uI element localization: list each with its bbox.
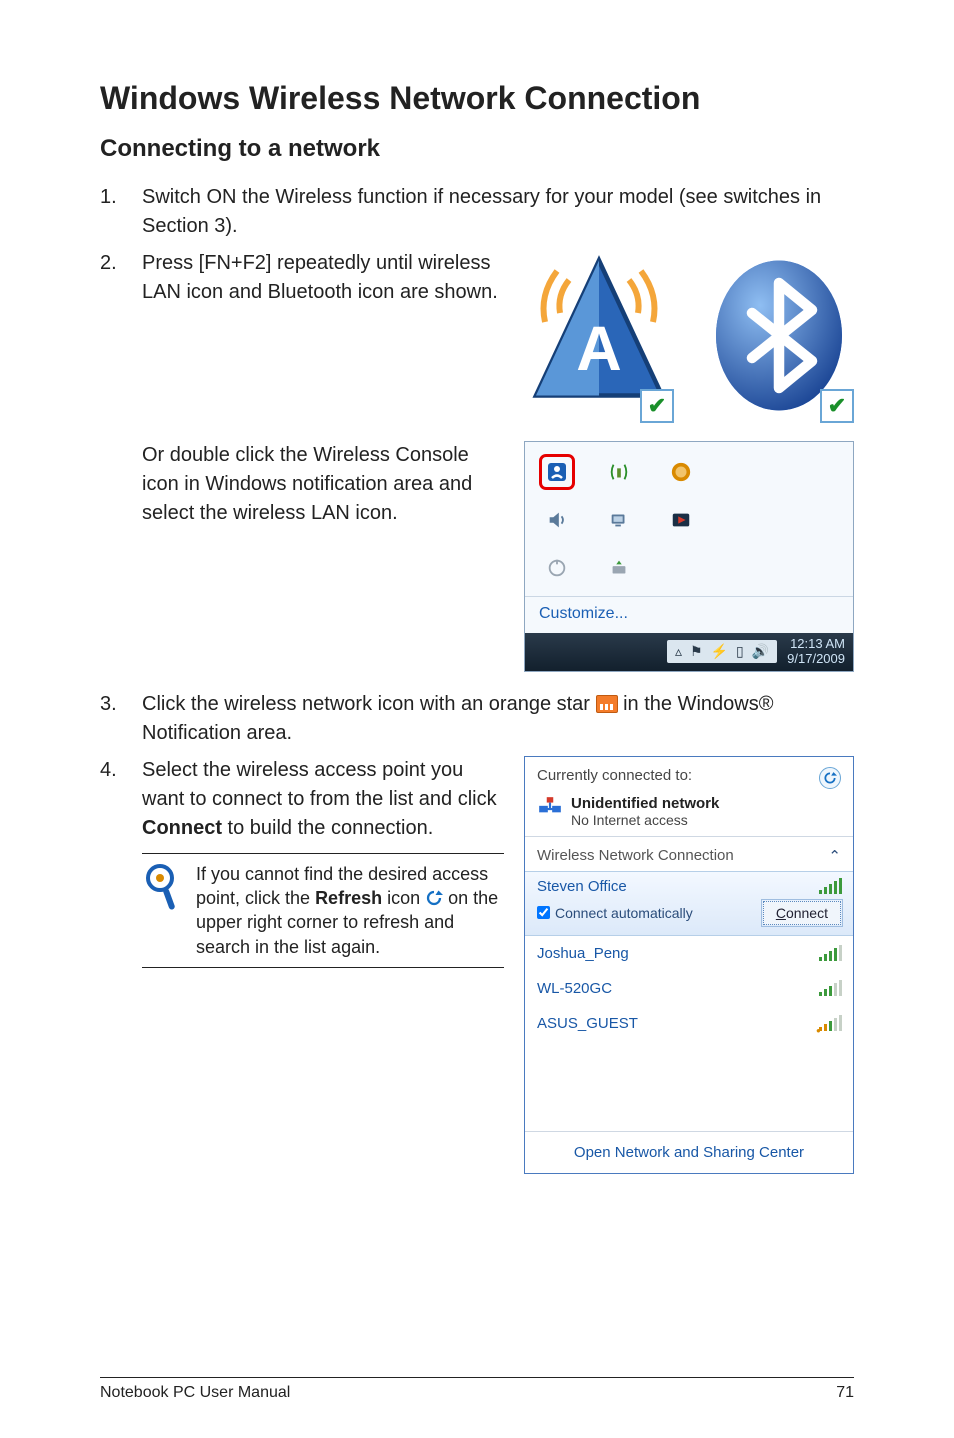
wifi-enabled-icon: A ✔	[524, 253, 674, 423]
taskbar: ▵ ⚑ ⚡ ▯ 🔊 12:13 AM 9/17/2009	[525, 633, 853, 671]
step-number: 1.	[100, 183, 142, 212]
note-text: If you cannot find the desired access po…	[196, 862, 502, 959]
network-status: No Internet access	[571, 812, 719, 828]
checkbox-input[interactable]	[537, 906, 550, 919]
text-bold: Refresh	[315, 888, 382, 908]
step-text: Switch ON the Wireless function if neces…	[142, 183, 854, 241]
network-status-icon	[537, 795, 563, 821]
currently-connected-label: Currently connected to:	[537, 767, 692, 784]
connect-button[interactable]: Connect	[763, 901, 841, 925]
signal-icon	[819, 980, 841, 996]
svg-text:A: A	[576, 314, 622, 384]
step-2: 2. Press [FN+F2] repeatedly until wirele…	[100, 249, 504, 307]
network-icon[interactable]: ▯	[736, 643, 744, 660]
power-icon[interactable]: ⚡	[711, 643, 728, 660]
step-text: Press [FN+F2] repeatedly until wireless …	[142, 249, 504, 307]
text-fragment: Click the wireless network icon with an …	[142, 693, 596, 715]
tray-icon[interactable]	[601, 502, 637, 538]
network-item[interactable]: ASUS_GUEST	[525, 1006, 853, 1041]
section-header[interactable]: Wireless Network Connection ⌃	[525, 837, 853, 871]
text-fragment: Select the wireless access point you wan…	[142, 759, 497, 810]
signal-icon	[819, 945, 841, 961]
clock-time: 12:13 AM	[787, 637, 845, 652]
step-1: 1. Switch ON the Wireless function if ne…	[100, 183, 854, 241]
tray-icon[interactable]	[539, 550, 575, 586]
notification-tray-popup: Customize... ▵ ⚑ ⚡ ▯ 🔊 12:13 AM 9/17/200…	[524, 441, 854, 672]
step-text: Click the wireless network icon with an …	[142, 690, 854, 748]
chevron-up-icon: ⌃	[828, 847, 841, 865]
network-name: Joshua_Peng	[537, 945, 629, 962]
refresh-icon	[425, 889, 443, 907]
check-icon: ✔	[640, 389, 674, 423]
tray-icon[interactable]	[663, 502, 699, 538]
signal-secured-icon	[819, 1015, 841, 1031]
page-title: Windows Wireless Network Connection	[100, 80, 854, 117]
step-number: 4.	[100, 756, 142, 785]
volume-tray-icon[interactable]	[539, 502, 575, 538]
text-fragment: icon	[382, 888, 425, 908]
connect-accel: C	[776, 905, 786, 921]
customize-link[interactable]: Customize...	[525, 596, 853, 633]
step-4: 4. Select the wireless access point you …	[100, 756, 504, 843]
step-2-extra: Or double click the Wireless Console ico…	[100, 441, 504, 528]
connect-rest: onnect	[786, 905, 828, 921]
open-network-center-link[interactable]: Open Network and Sharing Center	[525, 1131, 853, 1173]
taskbar-clock[interactable]: 12:13 AM 9/17/2009	[787, 637, 845, 667]
check-icon: ✔	[820, 389, 854, 423]
bluetooth-enabled-icon: ✔	[704, 253, 854, 423]
magnifier-icon	[144, 862, 184, 959]
network-name: ASUS_GUEST	[537, 1015, 638, 1032]
checkbox-label: Connect automatically	[555, 905, 693, 921]
text-bold: Connect	[142, 817, 222, 839]
tip-note: If you cannot find the desired access po…	[142, 853, 504, 968]
refresh-button[interactable]	[819, 767, 841, 789]
wifi-networks-popup: Currently connected to: Unidentified net…	[524, 756, 854, 1174]
step-number: 3.	[100, 690, 142, 719]
network-item[interactable]: WL-520GC	[525, 971, 853, 1006]
wireless-console-tray-icon[interactable]	[539, 454, 575, 490]
selected-network[interactable]: Steven Office Connect automatically Conn…	[525, 871, 853, 936]
tray-icon[interactable]	[663, 454, 699, 490]
show-hidden-icon[interactable]: ▵	[675, 643, 682, 660]
clock-date: 9/17/2009	[787, 652, 845, 667]
safely-remove-tray-icon[interactable]	[601, 550, 637, 586]
sound-icon[interactable]: 🔊	[752, 643, 769, 660]
section-label: Wireless Network Connection	[537, 847, 734, 865]
connect-auto-checkbox[interactable]: Connect automatically	[537, 905, 693, 921]
signal-icon	[819, 878, 841, 894]
network-item[interactable]: Joshua_Peng	[525, 936, 853, 971]
text-fragment: to build the connection.	[222, 817, 433, 839]
network-name: Unidentified network	[571, 795, 719, 812]
network-name: Steven Office	[537, 878, 627, 895]
page-number: 71	[836, 1384, 854, 1402]
wireless-star-icon	[596, 695, 618, 713]
tray-icon[interactable]	[601, 454, 637, 490]
step-number: 2.	[100, 249, 142, 278]
step-text: Select the wireless access point you wan…	[142, 756, 504, 843]
footer-title: Notebook PC User Manual	[100, 1384, 290, 1402]
network-name: WL-520GC	[537, 980, 612, 997]
enabled-icons-illustration: A ✔	[524, 253, 854, 423]
section-title: Connecting to a network	[100, 135, 854, 163]
flag-icon[interactable]: ⚑	[690, 643, 703, 660]
step-3: 3. Click the wireless network icon with …	[100, 690, 854, 748]
